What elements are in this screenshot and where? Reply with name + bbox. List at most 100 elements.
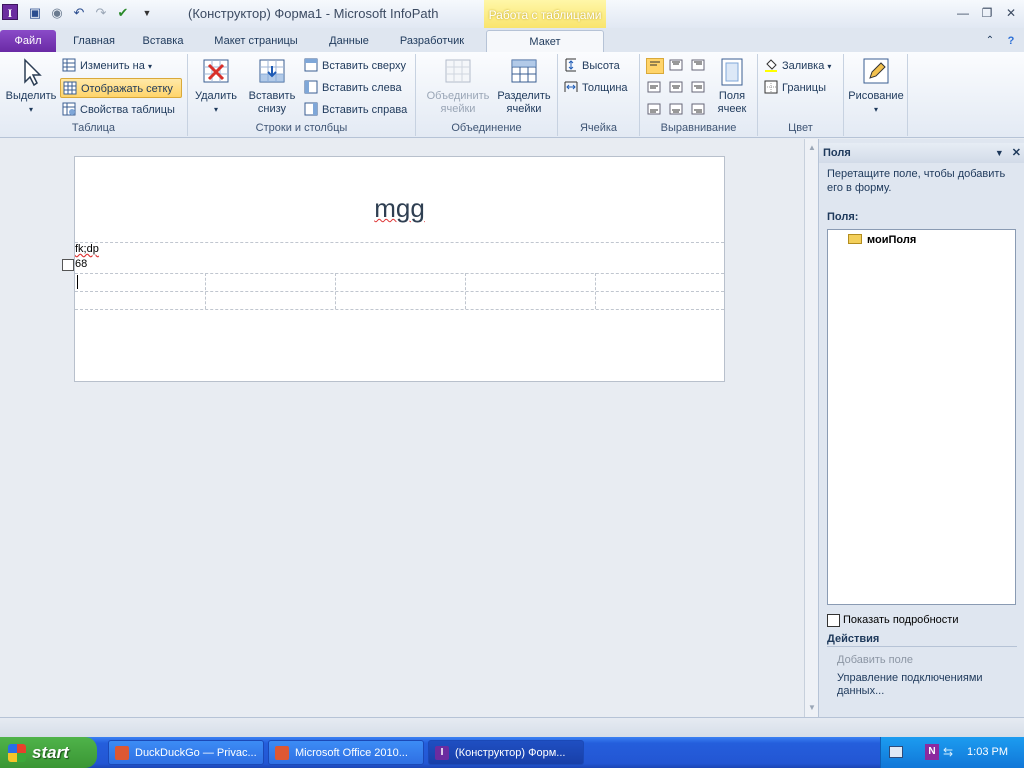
align-middle-center-icon[interactable] — [668, 80, 686, 96]
taskbar-item-duckduckgo[interactable]: DuckDuckGo — Privac... — [108, 740, 264, 765]
form-page[interactable]: mgg fk;dp 68 — [62, 156, 725, 382]
change-to-button[interactable]: Изменить на ▾ — [62, 56, 152, 76]
align-top-left-icon[interactable] — [646, 58, 664, 74]
insert-left-button[interactable]: Вставить слева — [304, 78, 402, 98]
insert-above-icon — [304, 58, 318, 72]
insert-left-label: Вставить слева — [322, 82, 402, 94]
select-button[interactable]: Выделить ▾ — [4, 56, 58, 116]
show-grid-button[interactable]: Отображать сетку — [60, 78, 182, 98]
tab-page-layout[interactable]: Макет страницы — [200, 30, 312, 52]
borders-icon — [764, 80, 778, 94]
split-cells-button[interactable]: Разделить ячейки — [494, 56, 554, 116]
align-bottom-right-icon[interactable] — [690, 102, 708, 118]
vertical-scrollbar[interactable]: ▲ ▼ — [804, 139, 818, 717]
text-caret — [77, 275, 78, 289]
align-bottom-center-icon[interactable] — [668, 102, 686, 118]
onenote-icon[interactable]: N — [925, 744, 939, 760]
group-table: Выделить ▾ Изменить на ▾ Отображать сетку… — [0, 54, 188, 136]
tab-data[interactable]: Данные — [318, 30, 380, 52]
height-button[interactable]: Высота — [564, 56, 620, 76]
tab-file[interactable]: Файл — [0, 30, 56, 52]
table-properties-button[interactable]: Свойства таблицы — [62, 100, 175, 120]
insert-above-label: Вставить сверху — [322, 60, 407, 72]
tab-home[interactable]: Главная — [62, 30, 126, 52]
ribbon: Выделить ▾ Изменить на ▾ Отображать сетку… — [0, 52, 1024, 138]
fill-button[interactable]: Заливка ▾ — [764, 56, 831, 76]
show-grid-label: Отображать сетку — [81, 83, 173, 95]
delete-button[interactable]: Удалить ▾ — [192, 56, 240, 116]
browser-icon — [115, 746, 129, 760]
field-label[interactable]: fk;dp — [75, 243, 99, 255]
group-alignment: Поля ячеек Выравнивание — [640, 54, 758, 136]
tab-layout[interactable]: Макет — [486, 30, 604, 52]
undo-icon[interactable]: ↶ — [70, 4, 88, 22]
row-height-icon — [565, 58, 576, 72]
align-top-center-icon[interactable] — [668, 58, 686, 74]
infopath-icon: I — [435, 746, 449, 760]
pane-menu-icon[interactable]: ▼ — [995, 148, 1004, 158]
layout-divider — [75, 242, 724, 243]
width-label: Толщина — [582, 82, 628, 94]
spellcheck-icon[interactable]: ✔ — [114, 4, 132, 22]
network-icon[interactable]: ⇆ — [943, 745, 953, 759]
start-button[interactable]: start — [0, 737, 97, 768]
table-row-handle[interactable] — [62, 259, 74, 271]
align-top-right-icon[interactable] — [690, 58, 708, 74]
help-icon[interactable]: ? — [1002, 30, 1020, 52]
form-title[interactable]: mgg — [75, 193, 724, 224]
grid-icon — [63, 81, 77, 95]
add-field-link[interactable]: Добавить поле — [837, 654, 913, 666]
width-button[interactable]: Толщина — [564, 78, 628, 98]
align-middle-right-icon[interactable] — [690, 80, 708, 96]
scroll-down-icon[interactable]: ▼ — [805, 701, 819, 715]
change-to-label: Изменить на — [80, 60, 145, 72]
split-cells-label: Разделить ячейки — [497, 90, 551, 115]
tab-insert[interactable]: Вставка — [132, 30, 194, 52]
fields-tree[interactable]: моиПоля — [827, 229, 1016, 605]
insert-below-label: Вставить снизу — [248, 90, 296, 115]
tab-developer[interactable]: Разработчик — [386, 30, 478, 52]
align-bottom-left-icon[interactable] — [646, 102, 664, 118]
preview-icon[interactable]: ◉ — [48, 4, 66, 22]
collapse-ribbon-icon[interactable]: ⌃ — [982, 30, 998, 52]
delete-table-icon — [203, 59, 229, 83]
tree-item-root[interactable]: моиПоля — [848, 234, 916, 246]
design-canvas[interactable]: mgg fk;dp 68 — [0, 139, 804, 717]
clock[interactable]: 1:03 PM — [967, 737, 1008, 768]
qat-customize-icon[interactable]: ▼ — [138, 4, 156, 22]
taskbar-item-office[interactable]: Microsoft Office 2010... — [268, 740, 424, 765]
insert-below-button[interactable]: Вставить снизу — [244, 56, 300, 116]
show-details-label[interactable]: Показать подробности — [843, 614, 958, 626]
field-value[interactable]: 68 — [75, 258, 87, 270]
group-label-cell: Ячейка — [579, 122, 618, 134]
table-column-divider — [205, 273, 206, 309]
close-icon[interactable]: ✕ — [1000, 4, 1022, 22]
group-label-rows-columns: Строки и столбцы — [255, 122, 348, 134]
insert-above-button[interactable]: Вставить сверху — [304, 56, 406, 76]
task-pane-title: Поля — [823, 147, 851, 159]
window-title: (Конструктор) Форма1 - Microsoft InfoPat… — [188, 6, 439, 21]
align-middle-left-icon[interactable] — [646, 80, 664, 96]
merge-cells-button[interactable]: Объединить ячейки — [422, 56, 494, 116]
insert-right-button[interactable]: Вставить справа — [304, 100, 407, 120]
pane-close-icon[interactable]: ✕ — [1012, 147, 1021, 159]
browser-icon — [275, 746, 289, 760]
redo-icon[interactable]: ↷ — [92, 4, 110, 22]
ribbon-tabs: Файл Главная Вставка Макет страницы Данн… — [0, 28, 1024, 52]
cell-padding-button[interactable]: Поля ячеек — [712, 56, 752, 116]
group-cell: Высота Толщина Ячейка — [558, 54, 640, 136]
taskbar-item-label: (Конструктор) Форм... — [455, 747, 566, 759]
taskbar-item-label: Microsoft Office 2010... — [295, 747, 408, 759]
minimize-icon[interactable]: — — [952, 4, 974, 22]
borders-button[interactable]: Границы — [764, 78, 826, 98]
drawing-button[interactable]: Рисование ▾ — [846, 56, 906, 116]
keyboard-icon[interactable] — [889, 746, 903, 758]
show-details-checkbox[interactable] — [827, 614, 840, 627]
infopath-logo-icon[interactable]: I — [2, 4, 18, 20]
manage-connections-link[interactable]: Управление подключениями данных... — [837, 672, 1007, 698]
scroll-up-icon[interactable]: ▲ — [805, 141, 819, 155]
cell-padding-icon — [721, 58, 743, 86]
restore-icon[interactable]: ❐ — [976, 4, 998, 22]
taskbar-item-infopath[interactable]: I (Конструктор) Форм... — [428, 740, 584, 765]
save-icon[interactable]: ▣ — [26, 4, 44, 22]
